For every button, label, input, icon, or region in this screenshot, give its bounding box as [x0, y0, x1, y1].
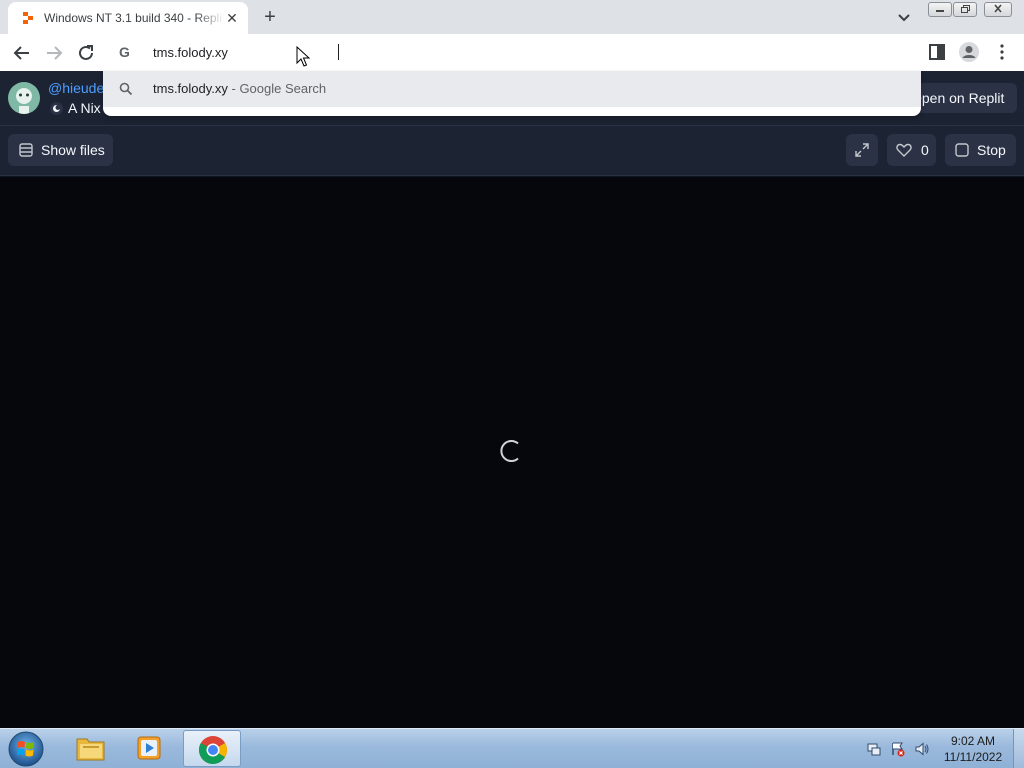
files-icon: [19, 143, 33, 157]
profile-icon[interactable]: [958, 41, 980, 63]
nix-language-icon: [50, 102, 63, 115]
taskbar-clock[interactable]: 9:02 AM 11/11/2022: [940, 733, 1006, 765]
avatar[interactable]: [8, 82, 40, 114]
taskbar-chrome-button[interactable]: [183, 730, 241, 767]
close-tab-icon[interactable]: ✕: [224, 10, 240, 26]
text-caret: [338, 44, 339, 60]
network-error-icon[interactable]: [890, 741, 906, 757]
side-panel-icon[interactable]: [928, 43, 946, 61]
expand-button[interactable]: [846, 134, 878, 166]
folder-icon: [76, 738, 105, 761]
open-on-replit-button[interactable]: Open on Replit: [905, 83, 1017, 113]
show-desktop-button[interactable]: [1013, 729, 1024, 768]
show-files-label: Show files: [41, 142, 105, 158]
new-tab-button[interactable]: +: [258, 5, 282, 29]
back-arrow-icon[interactable]: [11, 42, 33, 64]
suggestion-query: tms.folody.xy: [153, 81, 228, 96]
windows-taskbar: 9:02 AM 11/11/2022: [0, 728, 1024, 768]
repl-output-area[interactable]: [0, 177, 1024, 728]
chrome-icon: [199, 736, 227, 764]
loading-spinner-icon: [500, 440, 519, 462]
user-handle-link[interactable]: @hieude: [48, 80, 104, 96]
browser-tab-strip: Windows NT 3.1 build 340 - Replit ✕ +: [0, 0, 1024, 34]
stop-label: Stop: [977, 142, 1006, 158]
repl-title: A Nix: [68, 100, 101, 116]
suggestion-hint: - Google Search: [227, 81, 327, 96]
address-input[interactable]: [153, 43, 553, 61]
like-button[interactable]: 0: [887, 134, 936, 166]
like-count: 0: [921, 142, 929, 158]
google-icon: G: [119, 44, 130, 60]
taskbar-media-player-button[interactable]: [121, 730, 179, 767]
action-center-icon[interactable]: [866, 741, 882, 757]
minimize-window-button[interactable]: [928, 2, 952, 17]
suggestion-text: tms.folody.xy - Google Search: [153, 81, 326, 96]
clock-time: 9:02 AM: [950, 734, 996, 748]
browser-tab[interactable]: Windows NT 3.1 build 340 - Replit ✕: [8, 2, 248, 34]
stop-button[interactable]: Stop: [945, 134, 1016, 166]
more-menu-icon[interactable]: [994, 43, 1010, 61]
replit-action-bar: Show files 0 Stop: [0, 126, 1024, 176]
heart-icon: [896, 143, 912, 157]
omnibox[interactable]: G: [103, 34, 921, 71]
omnibox-suggestions: tms.folody.xy - Google Search: [103, 71, 921, 116]
start-orb-icon[interactable]: [6, 730, 46, 768]
expand-icon: [855, 143, 869, 157]
volume-icon[interactable]: [914, 741, 930, 757]
taskbar-explorer-button[interactable]: [62, 730, 120, 767]
tab-search-icon[interactable]: [893, 7, 915, 27]
mouse-cursor-icon: [296, 46, 310, 67]
restore-window-button[interactable]: [953, 2, 977, 17]
replit-icon: [23, 12, 33, 24]
close-window-button[interactable]: [984, 2, 1012, 17]
forward-arrow-icon[interactable]: [43, 42, 65, 64]
reload-icon[interactable]: [75, 42, 97, 64]
suggestion-item[interactable]: tms.folody.xy - Google Search: [103, 71, 921, 107]
browser-toolbar: G: [0, 34, 1024, 71]
show-files-button[interactable]: Show files: [8, 134, 113, 166]
search-icon: [119, 82, 133, 96]
clock-date: 11/11/2022: [943, 750, 1003, 764]
tab-title: Windows NT 3.1 build 340 - Replit: [44, 11, 224, 27]
stop-square-icon: [955, 143, 969, 157]
media-player-icon: [137, 736, 161, 760]
